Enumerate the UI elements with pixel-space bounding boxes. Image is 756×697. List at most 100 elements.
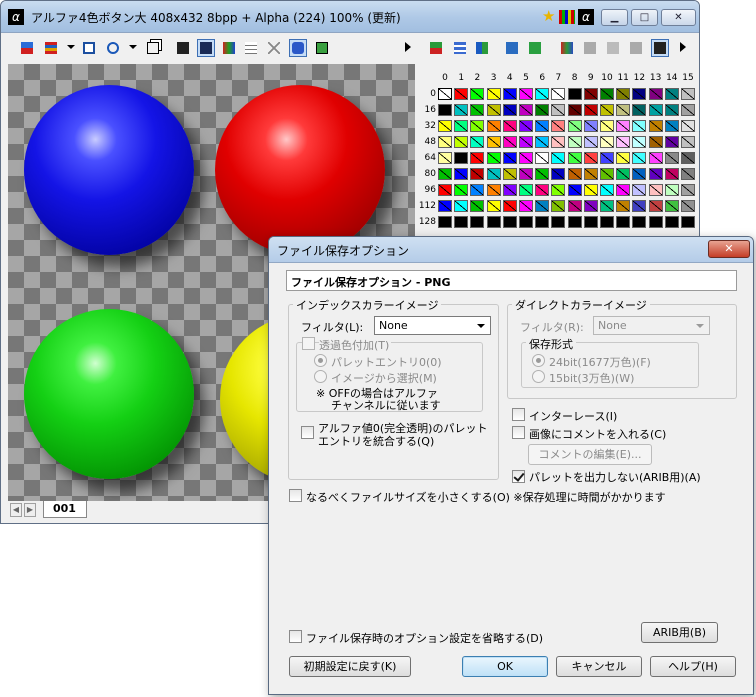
resize-icon[interactable] — [81, 40, 97, 56]
palette-color-swatch[interactable] — [648, 184, 663, 196]
palette-color-swatch[interactable] — [535, 120, 550, 132]
palette-color-swatch[interactable] — [664, 120, 679, 132]
interlace-checkbox[interactable] — [512, 408, 525, 421]
palette-color-swatch[interactable] — [535, 168, 550, 180]
format-15bit-radio[interactable] — [532, 370, 545, 383]
palette-color-swatch[interactable] — [681, 120, 695, 132]
palette-color-swatch[interactable] — [600, 88, 614, 100]
palette-color-swatch[interactable] — [502, 152, 517, 164]
palette-color-swatch[interactable] — [583, 120, 598, 132]
palette-color-swatch[interactable] — [438, 104, 452, 116]
layers-dropdown-icon[interactable] — [67, 45, 75, 49]
palette-color-swatch[interactable] — [648, 136, 663, 148]
palette-color-swatch[interactable] — [486, 136, 501, 148]
palette-color-swatch[interactable] — [454, 136, 469, 148]
palette-color-swatch[interactable] — [454, 104, 469, 116]
palette-color-swatch[interactable] — [648, 168, 663, 180]
palette-color-swatch[interactable] — [681, 200, 695, 212]
dialog-close-button[interactable]: ✕ — [708, 240, 750, 258]
palette-color-swatch[interactable] — [551, 120, 566, 132]
palette-color-swatch[interactable] — [454, 184, 469, 196]
windows-icon[interactable] — [145, 40, 161, 56]
select-mode-icon[interactable] — [289, 39, 307, 57]
palette-color-swatch[interactable] — [502, 216, 517, 228]
alpha-edit-icon[interactable] — [197, 39, 215, 57]
palette-color-swatch[interactable] — [551, 136, 566, 148]
palette-color-swatch[interactable] — [583, 216, 598, 228]
palette-color-swatch[interactable] — [648, 120, 663, 132]
palette-color-swatch[interactable] — [583, 168, 598, 180]
skip-options-checkbox[interactable] — [289, 630, 302, 643]
palette-color-swatch[interactable] — [502, 200, 517, 212]
palette-color-swatch[interactable] — [648, 104, 663, 116]
palette-color-swatch[interactable] — [535, 216, 550, 228]
palette-color-swatch[interactable] — [664, 152, 679, 164]
palette-alpha-icon[interactable] — [651, 39, 669, 57]
palette-entry0-radio[interactable] — [314, 354, 327, 367]
palette-color-swatch[interactable] — [600, 200, 614, 212]
palette-color-swatch[interactable] — [502, 120, 517, 132]
palette-color-swatch[interactable] — [519, 152, 533, 164]
direct-filter-select[interactable]: None — [593, 316, 710, 335]
format-24bit-radio[interactable] — [532, 354, 545, 367]
palette-color-swatch[interactable] — [535, 152, 550, 164]
palette-color-swatch[interactable] — [600, 216, 614, 228]
palette-color-swatch[interactable] — [664, 168, 679, 180]
palette-color-swatch[interactable] — [567, 88, 582, 100]
minimize-button[interactable]: ▁ — [601, 9, 628, 26]
palette-color-swatch[interactable] — [632, 136, 647, 148]
palette-color-swatch[interactable] — [616, 88, 631, 100]
palette-swap-disabled-icon[interactable] — [628, 40, 644, 56]
palette-color-swatch[interactable] — [454, 88, 469, 100]
palette-color-swatch[interactable] — [470, 184, 485, 196]
rotate-icon[interactable] — [105, 40, 121, 56]
palette-color-swatch[interactable] — [470, 168, 485, 180]
palette-color-swatch[interactable] — [664, 200, 679, 212]
palette-color-swatch[interactable] — [551, 88, 566, 100]
palette-color-swatch[interactable] — [551, 168, 566, 180]
ok-button[interactable]: OK — [462, 656, 548, 677]
palette-color-swatch[interactable] — [648, 152, 663, 164]
comment-checkbox[interactable] — [512, 426, 525, 439]
palette-color-swatch[interactable] — [486, 88, 501, 100]
palette-color-swatch[interactable] — [502, 136, 517, 148]
palette-color-swatch[interactable] — [681, 136, 695, 148]
palette-color-swatch[interactable] — [664, 104, 679, 116]
palette-color-swatch[interactable] — [616, 216, 631, 228]
palette-load-icon[interactable] — [504, 40, 520, 56]
palette-image-icon[interactable] — [221, 40, 237, 56]
palette-color-swatch[interactable] — [583, 200, 598, 212]
palette-color-swatch[interactable] — [519, 216, 533, 228]
palette-color-swatch[interactable] — [600, 136, 614, 148]
palette-color-swatch[interactable] — [648, 216, 663, 228]
palette-color-swatch[interactable] — [486, 184, 501, 196]
palette-color-swatch[interactable] — [567, 120, 582, 132]
transparent-color-checkbox[interactable] — [302, 337, 315, 350]
palette-color-swatch[interactable] — [583, 136, 598, 148]
palette-color-swatch[interactable] — [632, 152, 647, 164]
grid-icon[interactable] — [243, 40, 259, 56]
palette-color-swatch[interactable] — [681, 216, 695, 228]
palette-color-swatch[interactable] — [438, 120, 452, 132]
palette-order-icon[interactable] — [474, 40, 490, 56]
palette-color-swatch[interactable] — [519, 168, 533, 180]
palette-color-swatch[interactable] — [664, 216, 679, 228]
palette-color-swatch[interactable] — [616, 152, 631, 164]
palette-color-swatch[interactable] — [438, 136, 452, 148]
palette-color-swatch[interactable] — [632, 88, 647, 100]
palette-color-swatch[interactable] — [616, 168, 631, 180]
palette-color-swatch[interactable] — [486, 200, 501, 212]
palette-color-swatch[interactable] — [535, 200, 550, 212]
palette-color-swatch[interactable] — [470, 104, 485, 116]
tab-001[interactable]: 001 — [43, 501, 87, 518]
palette-color-swatch[interactable] — [600, 184, 614, 196]
palette-color-swatch[interactable] — [438, 184, 452, 196]
reset-defaults-button[interactable]: 初期設定に戻す(K) — [289, 656, 411, 677]
tab-prev-button[interactable]: ◀ — [10, 503, 22, 517]
palette-color-swatch[interactable] — [681, 152, 695, 164]
maximize-button[interactable]: □ — [631, 9, 658, 26]
palette-color-swatch[interactable] — [632, 184, 647, 196]
palette-color-swatch[interactable] — [648, 200, 663, 212]
palette-color-swatch[interactable] — [470, 200, 485, 212]
palette-color-swatch[interactable] — [616, 200, 631, 212]
